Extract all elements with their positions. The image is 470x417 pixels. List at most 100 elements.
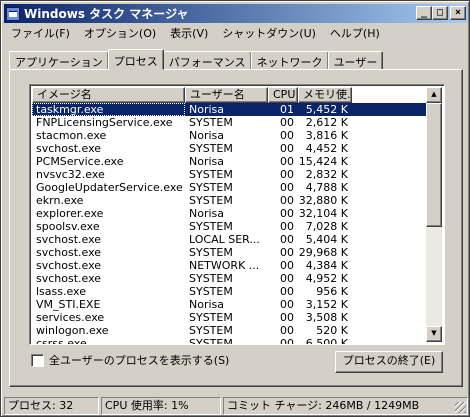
table-row[interactable]: spoolsv.exe SYSTEM 00 7,028 K [32, 220, 430, 233]
process-image-name: stacmon.exe [36, 129, 107, 142]
process-memory: 29,968 K [298, 246, 348, 259]
process-cpu: 00 [280, 272, 294, 285]
process-image-name: lsass.exe [36, 285, 86, 298]
process-memory: 3,816 K [305, 129, 348, 142]
process-memory: 3,508 K [305, 311, 348, 324]
process-cpu: 00 [280, 285, 294, 298]
menu-view[interactable]: 表示(V) [163, 25, 215, 41]
tab-networking[interactable]: ネットワーク [250, 51, 329, 70]
window-controls: _ □ × [416, 6, 466, 20]
process-image-name: svchost.exe [36, 233, 102, 246]
table-row[interactable]: csrss.exe SYSTEM 00 6,500 K [32, 337, 430, 345]
table-row[interactable]: stacmon.exe Norisa 00 3,816 K [32, 129, 430, 142]
table-row[interactable]: taskmgr.exe Norisa 01 5,452 K [32, 103, 430, 116]
process-image-name: svchost.exe [36, 259, 102, 272]
process-cpu: 00 [280, 207, 294, 220]
process-user-name: SYSTEM [189, 272, 233, 285]
process-image-name: services.exe [36, 311, 105, 324]
process-memory: 5,404 K [305, 233, 348, 246]
tab-processes[interactable]: プロセス [107, 49, 164, 70]
process-cpu: 00 [280, 155, 294, 168]
process-memory: 5,452 K [305, 103, 348, 116]
process-cpu: 00 [280, 129, 294, 142]
status-commit-charge: コミット チャージ: 246MB / 1249MB [223, 397, 468, 415]
tab-performance[interactable]: パフォーマンス [162, 51, 252, 70]
resize-grip-icon[interactable] [455, 402, 466, 413]
table-row[interactable]: ekrn.exe SYSTEM 00 32,880 K [32, 194, 430, 207]
process-user-name: SYSTEM [189, 142, 233, 155]
table-row[interactable]: FNPLicensingService.exe SYSTEM 00 2,612 K [32, 116, 430, 129]
process-user-name: Norisa [189, 129, 225, 142]
table-row[interactable]: VM_STI.EXE Norisa 00 3,152 K [32, 298, 430, 311]
process-memory: 956 K [316, 285, 348, 298]
process-memory: 4,384 K [305, 259, 348, 272]
table-row[interactable]: explorer.exe Norisa 00 32,104 K [32, 207, 430, 220]
process-user-name: Norisa [189, 207, 225, 220]
menu-bar: ファイル(F) オプション(O) 表示(V) シャットダウン(U) ヘルプ(H) [4, 23, 468, 42]
table-row[interactable]: svchost.exe LOCAL SER... 00 5,404 K [32, 233, 430, 246]
process-cpu: 00 [280, 194, 294, 207]
process-image-name: svchost.exe [36, 272, 102, 285]
close-button[interactable]: × [450, 6, 466, 20]
menu-file[interactable]: ファイル(F) [4, 25, 77, 41]
process-image-name: ekrn.exe [36, 194, 84, 207]
menu-options[interactable]: オプション(O) [77, 25, 163, 41]
table-row[interactable]: services.exe SYSTEM 00 3,508 K [32, 311, 430, 324]
process-user-name: SYSTEM [189, 168, 233, 181]
process-image-name: spoolsv.exe [36, 220, 100, 233]
process-memory: 4,788 K [305, 181, 348, 194]
tab-users[interactable]: ユーザー [327, 51, 384, 70]
table-row[interactable]: svchost.exe SYSTEM 00 4,952 K [32, 272, 430, 285]
process-user-name: SYSTEM [189, 285, 233, 298]
process-image-name: svchost.exe [36, 246, 102, 259]
maximize-button[interactable]: □ [432, 6, 448, 20]
table-row[interactable]: PCMService.exe Norisa 00 15,424 K [32, 155, 430, 168]
table-row[interactable]: nvsvc32.exe SYSTEM 00 2,832 K [32, 168, 430, 181]
status-cpu-usage: CPU 使用率: 1% [101, 397, 221, 415]
window-title: Windows タスク マネージャ [24, 7, 189, 21]
scroll-up-arrow-icon[interactable]: ▲ [426, 87, 442, 103]
process-cpu: 00 [280, 337, 294, 345]
process-image-name: csrss.exe [36, 337, 87, 345]
table-row[interactable]: svchost.exe SYSTEM 00 29,968 K [32, 246, 430, 259]
vertical-scrollbar[interactable]: ▲ ▼ [426, 87, 442, 342]
table-row[interactable]: svchost.exe NETWORK ... 00 4,384 K [32, 259, 430, 272]
process-user-name: SYSTEM [189, 324, 233, 337]
show-all-users-label[interactable]: 全ユーザーのプロセスを表示する(S) [49, 352, 229, 368]
show-all-users-checkbox[interactable] [31, 353, 44, 367]
process-image-name: PCMService.exe [36, 155, 124, 168]
scroll-thumb[interactable] [426, 103, 442, 227]
show-all-users-option[interactable]: 全ユーザーのプロセスを表示する(S) [31, 352, 229, 368]
task-manager-window: Windows タスク マネージャ _ □ × ファイル(F) オプション(O)… [0, 0, 470, 417]
column-user-name[interactable]: ユーザー名 [185, 87, 268, 103]
tab-applications[interactable]: アプリケーション [9, 51, 109, 70]
end-process-button[interactable]: プロセスの終了(E) [335, 351, 443, 373]
menu-help[interactable]: ヘルプ(H) [323, 25, 387, 41]
column-cpu[interactable]: CPU [268, 87, 298, 103]
table-row[interactable]: GoogleUpdaterService.exe SYSTEM 00 4,788 K [32, 181, 430, 194]
title-bar[interactable]: Windows タスク マネージャ _ □ × [4, 4, 468, 23]
process-cpu: 00 [280, 324, 294, 337]
process-cpu: 00 [280, 298, 294, 311]
menu-shutdown[interactable]: シャットダウン(U) [215, 25, 323, 41]
process-memory: 32,880 K [298, 194, 348, 207]
tab-strip: アプリケーション プロセス パフォーマンス ネットワーク ユーザー [9, 49, 384, 70]
scroll-down-arrow-icon[interactable]: ▼ [426, 326, 442, 342]
process-user-name: SYSTEM [189, 246, 233, 259]
process-user-name: SYSTEM [189, 116, 233, 129]
minimize-button[interactable]: _ [416, 6, 432, 20]
table-row[interactable]: svchost.exe SYSTEM 00 4,452 K [32, 142, 430, 155]
column-image-name[interactable]: イメージ名 [32, 87, 185, 103]
status-bar: プロセス: 32 CPU 使用率: 1% コミット チャージ: 246MB / … [4, 397, 468, 415]
column-memory[interactable]: メモリ使... [298, 87, 352, 103]
process-cpu: 00 [280, 142, 294, 155]
process-image-name: winlogon.exe [36, 324, 109, 337]
process-cpu: 00 [280, 181, 294, 194]
table-row[interactable]: lsass.exe SYSTEM 00 956 K [32, 285, 430, 298]
process-cpu: 00 [280, 168, 294, 181]
process-list[interactable]: イメージ名 ユーザー名 CPU メモリ使... taskmgr.exe Noris… [29, 84, 445, 345]
process-memory: 32,104 K [298, 207, 348, 220]
process-user-name: Norisa [189, 298, 225, 311]
table-row[interactable]: winlogon.exe SYSTEM 00 520 K [32, 324, 430, 337]
process-list-header: イメージ名 ユーザー名 CPU メモリ使... [32, 87, 352, 103]
